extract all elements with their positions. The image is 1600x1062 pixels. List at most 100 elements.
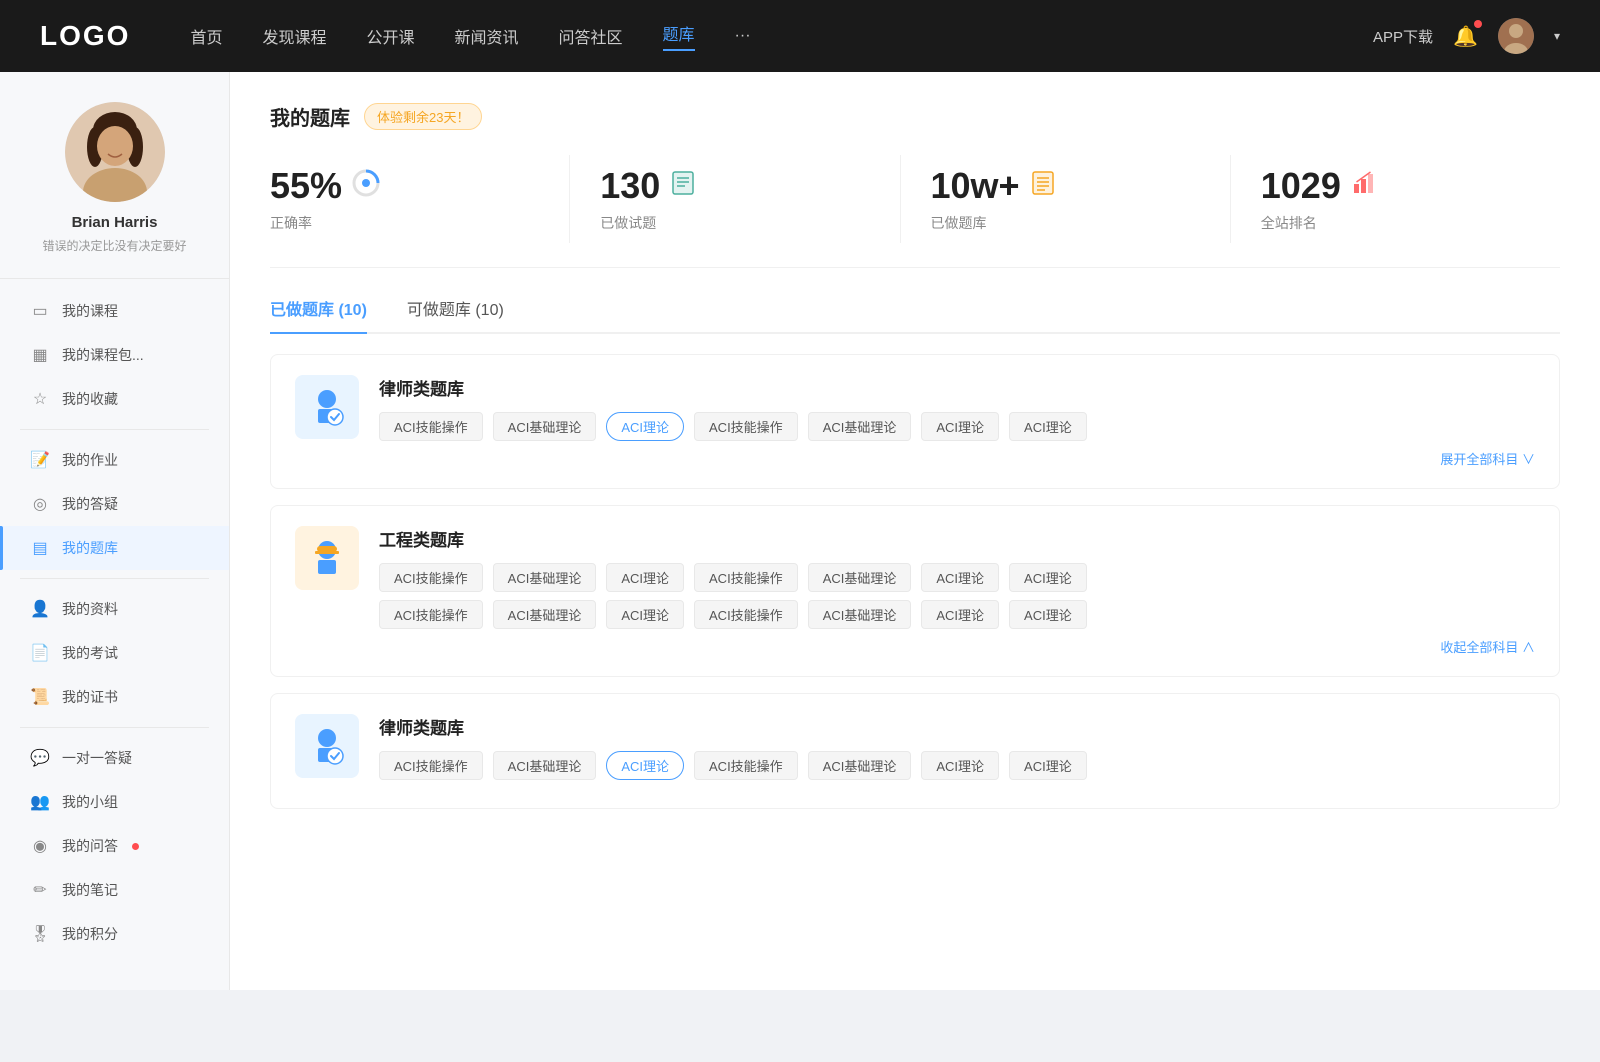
tag-1-3[interactable]: ACI技能操作: [694, 412, 798, 441]
qbank-icon-box-engineer: [295, 526, 359, 590]
tag-2b-5[interactable]: ACI理论: [921, 600, 999, 629]
courses-icon: ▭: [30, 301, 50, 321]
tag-1-2[interactable]: ACI理论: [606, 412, 684, 441]
menu-divider-2: [20, 578, 209, 579]
tag-2b-3[interactable]: ACI技能操作: [694, 600, 798, 629]
group-icon: 👥: [30, 792, 50, 812]
navbar: LOGO 首页 发现课程 公开课 新闻资讯 问答社区 题库 ··· APP下载 …: [0, 0, 1600, 72]
menu-item-questions[interactable]: ◉ 我的问答: [0, 824, 229, 868]
menu-item-group[interactable]: 👥 我的小组: [0, 780, 229, 824]
menu-item-profile[interactable]: 👤 我的资料: [0, 587, 229, 631]
menu-item-qbank[interactable]: ▤ 我的题库: [0, 526, 229, 570]
nav-more[interactable]: ···: [735, 27, 751, 45]
nav-qa[interactable]: 问答社区: [559, 24, 623, 48]
tag-1-0[interactable]: ACI技能操作: [379, 412, 483, 441]
tag-3-5[interactable]: ACI理论: [921, 751, 999, 780]
tabs-row: 已做题库 (10) 可做题库 (10): [270, 296, 1560, 334]
menu-item-notes[interactable]: ✏ 我的笔记: [0, 868, 229, 912]
menu-item-one-on-one[interactable]: 💬 一对一答疑: [0, 736, 229, 780]
menu-item-favorites[interactable]: ☆ 我的收藏: [0, 377, 229, 421]
menu-item-course-package[interactable]: ▦ 我的课程包...: [0, 333, 229, 377]
profile-section: Brian Harris 错误的决定比没有决定要好: [0, 102, 229, 279]
tag-2a-4[interactable]: ACI基础理论: [808, 563, 912, 592]
menu-item-exam[interactable]: 📄 我的考试: [0, 631, 229, 675]
nav-news[interactable]: 新闻资讯: [455, 24, 519, 48]
questions-red-dot: [132, 843, 139, 850]
menu-label-group: 我的小组: [62, 792, 118, 812]
menu-label-exam: 我的考试: [62, 643, 118, 663]
engineer-icon: [305, 536, 349, 580]
qbank-title-2: 工程类题库: [379, 526, 1535, 551]
page-wrapper: Brian Harris 错误的决定比没有决定要好 ▭ 我的课程 ▦ 我的课程包…: [0, 72, 1600, 990]
tab-available-banks[interactable]: 可做题库 (10): [407, 296, 504, 332]
nav-discover[interactable]: 发现课程: [262, 24, 326, 48]
navbar-right: APP下载 🔔 ▾: [1373, 18, 1560, 54]
stat-done-banks-label: 已做题库: [931, 213, 987, 233]
user-menu-chevron[interactable]: ▾: [1554, 29, 1560, 43]
user-avatar-nav[interactable]: [1498, 18, 1534, 54]
page-header: 我的题库 体验剩余23天！: [270, 102, 1560, 131]
tag-2a-1[interactable]: ACI基础理论: [493, 563, 597, 592]
tag-2a-0[interactable]: ACI技能操作: [379, 563, 483, 592]
logo[interactable]: LOGO: [40, 20, 130, 52]
qbank-content-2: 工程类题库 ACI技能操作 ACI基础理论 ACI理论 ACI技能操作 ACI基…: [379, 526, 1535, 656]
done-banks-icon: [1030, 170, 1056, 202]
expand-link-1[interactable]: 展开全部科目 ∨: [379, 449, 1535, 468]
stat-rank-label: 全站排名: [1261, 213, 1317, 233]
notification-bell[interactable]: 🔔: [1453, 24, 1478, 49]
page-title: 我的题库: [270, 102, 350, 131]
tag-1-4[interactable]: ACI基础理论: [808, 412, 912, 441]
tag-2a-6[interactable]: ACI理论: [1009, 563, 1087, 592]
nav-open-course[interactable]: 公开课: [366, 24, 414, 48]
app-download-button[interactable]: APP下载: [1373, 26, 1433, 47]
menu-item-homework[interactable]: 📝 我的作业: [0, 438, 229, 482]
collapse-link-2[interactable]: 收起全部科目 ∧: [379, 637, 1535, 656]
tag-1-5[interactable]: ACI理论: [921, 412, 999, 441]
rank-icon: [1351, 170, 1377, 202]
tag-2b-1[interactable]: ACI基础理论: [493, 600, 597, 629]
points-icon: 🎖: [30, 924, 50, 944]
stat-rank: 1029 全站排名: [1231, 155, 1560, 243]
menu-label-questions: 我的问答: [62, 836, 118, 856]
stat-done-questions-value: 130: [600, 165, 660, 207]
nav-qbank[interactable]: 题库: [663, 21, 695, 51]
profile-motto: 错误的决定比没有决定要好: [42, 237, 186, 254]
stat-done-banks: 10w+ 已做题库: [901, 155, 1231, 243]
tag-2a-3[interactable]: ACI技能操作: [694, 563, 798, 592]
stat-rank-row: 1029: [1261, 165, 1377, 207]
tag-3-6[interactable]: ACI理论: [1009, 751, 1087, 780]
menu-item-points[interactable]: 🎖 我的积分: [0, 912, 229, 956]
menu-label-qbank: 我的题库: [62, 538, 118, 558]
stat-done-banks-row: 10w+: [931, 165, 1056, 207]
tag-2b-6[interactable]: ACI理论: [1009, 600, 1087, 629]
tag-3-3[interactable]: ACI技能操作: [694, 751, 798, 780]
trial-badge: 体验剩余23天！: [364, 103, 482, 130]
tag-2b-4[interactable]: ACI基础理论: [808, 600, 912, 629]
stats-row: 55% 正确率 130: [270, 155, 1560, 268]
qa-icon: ◎: [30, 494, 50, 514]
menu-divider-3: [20, 727, 209, 728]
tag-2a-2[interactable]: ACI理论: [606, 563, 684, 592]
tag-1-1[interactable]: ACI基础理论: [493, 412, 597, 441]
tag-3-4[interactable]: ACI基础理论: [808, 751, 912, 780]
nav-home[interactable]: 首页: [190, 24, 222, 48]
lawyer-icon-2: [305, 724, 349, 768]
tag-3-1[interactable]: ACI基础理论: [493, 751, 597, 780]
qbank-card-header-2: 工程类题库 ACI技能操作 ACI基础理论 ACI理论 ACI技能操作 ACI基…: [295, 526, 1535, 656]
menu-item-qa[interactable]: ◎ 我的答疑: [0, 482, 229, 526]
tag-2b-0[interactable]: ACI技能操作: [379, 600, 483, 629]
menu-item-courses[interactable]: ▭ 我的课程: [0, 289, 229, 333]
tag-1-6[interactable]: ACI理论: [1009, 412, 1087, 441]
tag-2b-2[interactable]: ACI理论: [606, 600, 684, 629]
favorites-icon: ☆: [30, 389, 50, 409]
profile-avatar[interactable]: [65, 102, 165, 202]
tag-3-2[interactable]: ACI理论: [606, 751, 684, 780]
tag-2a-5[interactable]: ACI理论: [921, 563, 999, 592]
qbank-icon-box-lawyer-2: [295, 714, 359, 778]
document-list-icon: [1030, 170, 1056, 196]
qbank-content-1: 律师类题库 ACI技能操作 ACI基础理论 ACI理论 ACI技能操作 ACI基…: [379, 375, 1535, 468]
avatar-silhouette: [1498, 18, 1534, 54]
tab-done-banks[interactable]: 已做题库 (10): [270, 296, 367, 332]
tag-3-0[interactable]: ACI技能操作: [379, 751, 483, 780]
menu-item-certificate[interactable]: 📜 我的证书: [0, 675, 229, 719]
